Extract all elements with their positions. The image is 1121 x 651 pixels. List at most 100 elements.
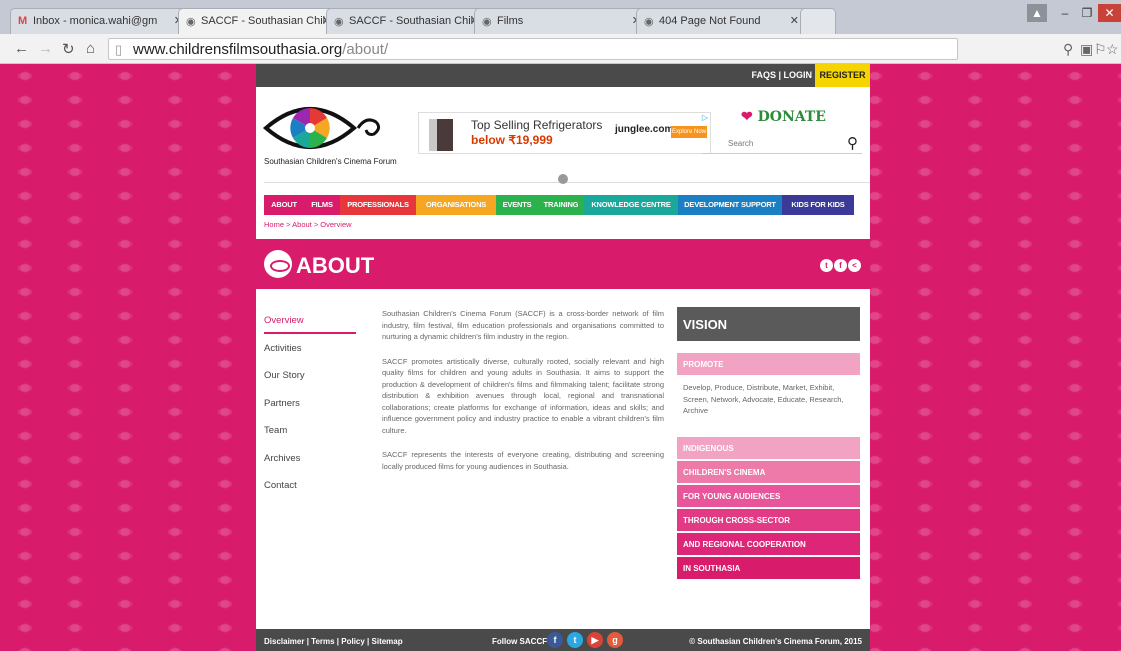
donate-link[interactable]: ❤ DONATE <box>741 109 826 125</box>
tab-title: SACCF - Southasian Child <box>349 15 480 27</box>
browser-tab[interactable]: ◉ SACCF - Southasian Child ✕ <box>326 8 486 34</box>
sidenav-item-our-story[interactable]: Our Story <box>264 370 305 381</box>
nav-item-events[interactable]: EVENTS <box>496 195 538 215</box>
logo-text: Southasian Children's Cinema Forum <box>264 157 397 166</box>
advertisement-banner[interactable]: Top Selling Refrigerators below ₹19,999 … <box>418 112 711 154</box>
tab-title: Films <box>497 15 524 27</box>
close-icon[interactable]: ✕ <box>790 14 799 27</box>
nav-item-professionals[interactable]: PROFESSIONALS <box>340 195 416 215</box>
vision-item: INDIGENOUS <box>677 437 860 459</box>
vision-item: THROUGH CROSS-SECTOR <box>677 509 860 531</box>
footer: Disclaimer | Terms | Policy | Sitemap Fo… <box>256 629 870 651</box>
sidenav-item-activities[interactable]: Activities <box>264 343 301 354</box>
vision-item: FOR YOUNG AUDIENCES <box>677 485 860 507</box>
nav-item-about[interactable]: ABOUT <box>264 195 304 215</box>
tab-title: 404 Page Not Found <box>659 15 761 27</box>
window-close-icon[interactable]: ✕ <box>1098 4 1121 22</box>
browser-tab[interactable]: M Inbox - monica.wahi@gm ✕ <box>10 8 190 34</box>
maximize-icon[interactable]: ❐ <box>1076 4 1098 22</box>
content-paragraph: Southasian Children's Cinema Forum (SACC… <box>382 309 664 341</box>
about-content: Southasian Children's Cinema Forum (SACC… <box>382 308 664 485</box>
nav-item-development-support[interactable]: DEVELOPMENT SUPPORT <box>678 195 782 215</box>
ad-headline: Top Selling Refrigerators <box>471 118 603 132</box>
user-icon[interactable]: ▲ <box>1027 4 1047 22</box>
nav-item-knowledge-centre[interactable]: KNOWLEDGE CENTRE <box>584 195 678 215</box>
browser-tab-bar: M Inbox - monica.wahi@gm ✕ ◉ SACCF - Sou… <box>0 0 1121 34</box>
zoom-icon[interactable]: ⚲ <box>1063 41 1073 58</box>
extension-icon[interactable]: ▣ <box>1080 41 1093 58</box>
vision-item: IN SOUTHASIA <box>677 557 860 579</box>
forward-icon[interactable]: → <box>38 40 53 57</box>
eye-logo-icon <box>264 250 292 278</box>
top-bar: FAQS | LOGIN REGISTER <box>256 64 870 87</box>
extension-icon[interactable]: ⚐ <box>1094 41 1107 58</box>
google-plus-icon[interactable]: g <box>607 632 623 648</box>
page-banner: ABOUT t f < <box>256 239 870 289</box>
active-underline <box>264 332 356 334</box>
breadcrumb[interactable]: Home > About > Overview <box>264 220 352 229</box>
refrigerator-image <box>429 119 453 151</box>
promote-text: Develop, Produce, Distribute, Market, Ex… <box>683 383 844 415</box>
heart-icon: ❤ <box>741 109 753 125</box>
sidenav-item-team[interactable]: Team <box>264 425 287 436</box>
header-divider <box>264 182 870 183</box>
youtube-icon[interactable]: ▶ <box>587 632 603 648</box>
page-icon: ▯ <box>115 42 123 57</box>
nav-item-training[interactable]: TRAINING <box>538 195 584 215</box>
sidenav-item-partners[interactable]: Partners <box>264 398 300 409</box>
vision-header: VISION <box>677 307 860 341</box>
vision-item: AND REGIONAL COOPERATION <box>677 533 860 555</box>
vision-item: CHILDREN'S CINEMA <box>677 461 860 483</box>
nav-item-films[interactable]: FILMS <box>304 195 340 215</box>
nav-item-organisations[interactable]: ORGANISATIONS <box>416 195 496 215</box>
minimize-icon[interactable]: – <box>1054 4 1076 22</box>
back-icon[interactable]: ← <box>14 40 29 57</box>
color-wheel-icon <box>290 108 330 148</box>
footer-links[interactable]: Disclaimer | Terms | Policy | Sitemap <box>264 637 403 646</box>
eye-icon: ◉ <box>334 16 344 28</box>
browser-tab-active[interactable]: ◉ SACCF - Southasian Child ✕ <box>178 8 338 34</box>
browser-tab[interactable]: ◉ Films ✕ <box>474 8 648 34</box>
main-nav: ABOUT FILMS PROFESSIONALS ORGANISATIONS … <box>264 195 854 215</box>
home-icon[interactable]: ⌂ <box>86 40 95 57</box>
ad-price: below ₹19,999 <box>471 133 553 147</box>
search-field[interactable]: Search ⚲ <box>702 132 862 154</box>
page-viewport: FAQS | LOGIN REGISTER Southasian Childre… <box>0 64 1121 651</box>
header-toggle-icon[interactable] <box>558 174 568 184</box>
follow-label: Follow SACCF <box>492 637 548 646</box>
facebook-share-icon[interactable]: f <box>834 259 847 272</box>
bookmark-star-icon[interactable]: ☆ <box>1106 41 1119 58</box>
share-icon[interactable]: < <box>848 259 861 272</box>
sidenav-item-archives[interactable]: Archives <box>264 453 300 464</box>
sidenav-item-overview[interactable]: Overview <box>264 315 304 326</box>
browser-tab[interactable]: ◉ 404 Page Not Found ✕ <box>636 8 806 34</box>
facebook-icon[interactable]: f <box>547 632 563 648</box>
new-tab-button[interactable] <box>800 8 836 34</box>
gmail-icon: M <box>18 15 28 27</box>
twitter-share-icon[interactable]: t <box>820 259 833 272</box>
reload-icon[interactable]: ↻ <box>62 40 75 58</box>
eye-icon: ◉ <box>186 16 196 28</box>
twitter-icon[interactable]: t <box>567 632 583 648</box>
nav-item-kids-for-kids[interactable]: KIDS FOR KIDS <box>782 195 854 215</box>
content-paragraph: SACCF promotes artistically diverse, cul… <box>382 356 664 435</box>
register-button[interactable]: REGISTER <box>815 64 870 87</box>
tab-title: SACCF - Southasian Child <box>201 15 332 27</box>
address-bar: ← → ↻ ⌂ ▯ www.childrensfilmsouthasia.org… <box>0 34 1121 64</box>
sidenav-item-contact[interactable]: Contact <box>264 480 297 491</box>
adchoices-icon[interactable]: ▷ <box>702 113 708 122</box>
ad-brand: junglee.com <box>615 124 674 135</box>
site-container: FAQS | LOGIN REGISTER Southasian Childre… <box>256 64 870 651</box>
faqs-login-link[interactable]: FAQS | LOGIN <box>751 70 812 80</box>
tab-title: Inbox - monica.wahi@gm <box>33 15 158 27</box>
url-path: /about/ <box>342 41 389 58</box>
page-title: ABOUT <box>296 253 375 278</box>
vision-promote: PROMOTE <box>677 353 860 375</box>
url-field[interactable]: ▯ www.childrensfilmsouthasia.org/about/ <box>108 38 958 60</box>
search-icon[interactable]: ⚲ <box>847 134 858 152</box>
copyright: © Southasian Children's Cinema Forum, 20… <box>689 637 862 646</box>
eye-icon: ◉ <box>644 16 654 28</box>
eye-icon: ◉ <box>482 16 492 28</box>
content-paragraph: SACCF represents the interests of everyo… <box>382 450 664 471</box>
url-host: www.childrensfilmsouthasia.org <box>133 41 343 58</box>
